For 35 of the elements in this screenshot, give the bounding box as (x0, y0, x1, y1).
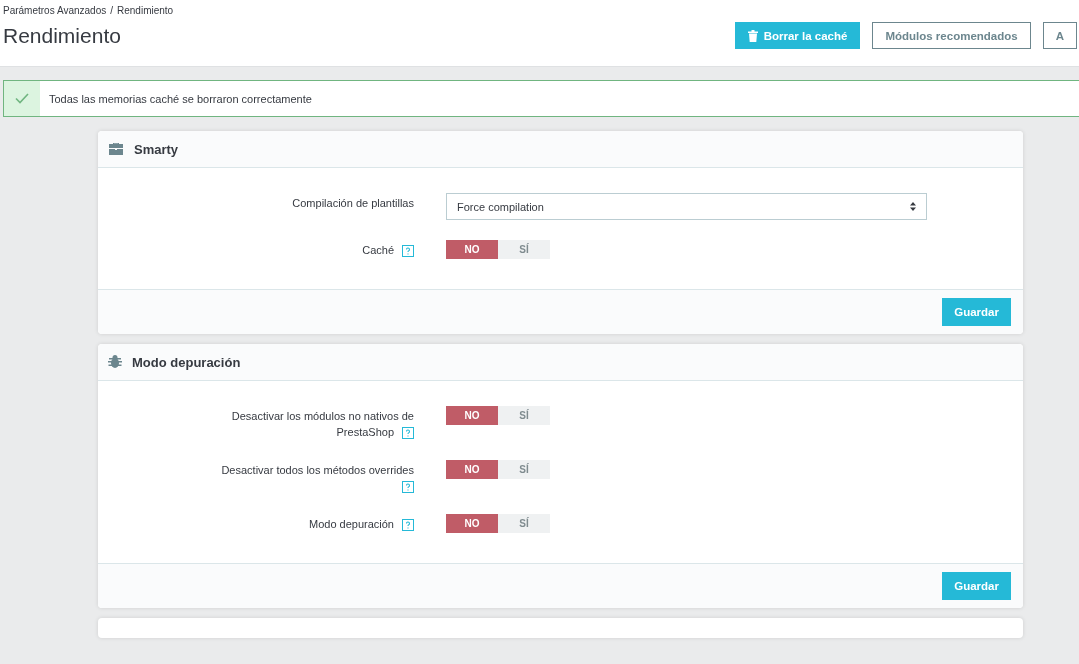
toggle-option[interactable]: SÍ (498, 460, 550, 479)
field-label: Desactivar los módulos no nativos de PrestaShop (230, 409, 414, 440)
field-label: Caché (362, 240, 414, 258)
toggle-option[interactable]: SÍ (498, 406, 550, 425)
bug-icon (108, 355, 122, 369)
check-icon (15, 93, 29, 104)
toggle-option[interactable]: NO (446, 460, 498, 479)
panel-title: Modo depuración (132, 354, 241, 370)
help-icon[interactable] (402, 481, 414, 494)
toggle-option[interactable]: NO (446, 406, 498, 425)
field-label: Desactivar todos los métodos overrides (209, 460, 414, 494)
help-icon[interactable] (402, 427, 414, 440)
breadcrumb-separator: / (110, 5, 113, 16)
toolbar-button[interactable]: Módulos recomendados (872, 22, 1031, 49)
sort-caret-icon (910, 202, 916, 211)
breadcrumb-item[interactable]: Parámetros Avanzados (3, 5, 107, 16)
save-button[interactable]: Guardar (942, 572, 1011, 600)
briefcase-icon (108, 142, 124, 156)
breadcrumb-item[interactable]: Rendimiento (117, 5, 174, 16)
panel-title: Smarty (134, 141, 179, 157)
page-title: Rendimiento (3, 24, 122, 48)
select-field[interactable]: Force compilation (446, 193, 927, 220)
alert-message: Todas las memorias caché se borraron correctamente (49, 92, 312, 105)
field-label: Modo depuración (309, 514, 414, 532)
toolbar-button[interactable]: Borrar la caché (734, 22, 861, 49)
toggle-option[interactable]: NO (446, 514, 498, 533)
toggle-option[interactable]: SÍ (498, 240, 550, 259)
toggle-option[interactable]: SÍ (498, 514, 550, 533)
trash-icon (747, 29, 758, 42)
toggle-option[interactable]: NO (446, 240, 498, 259)
save-button[interactable]: Guardar (942, 298, 1011, 326)
toolbar-button[interactable]: A (1042, 22, 1077, 49)
help-icon[interactable] (402, 245, 414, 258)
help-icon[interactable] (402, 519, 414, 532)
field-label: Compilación de plantillas (292, 196, 414, 211)
